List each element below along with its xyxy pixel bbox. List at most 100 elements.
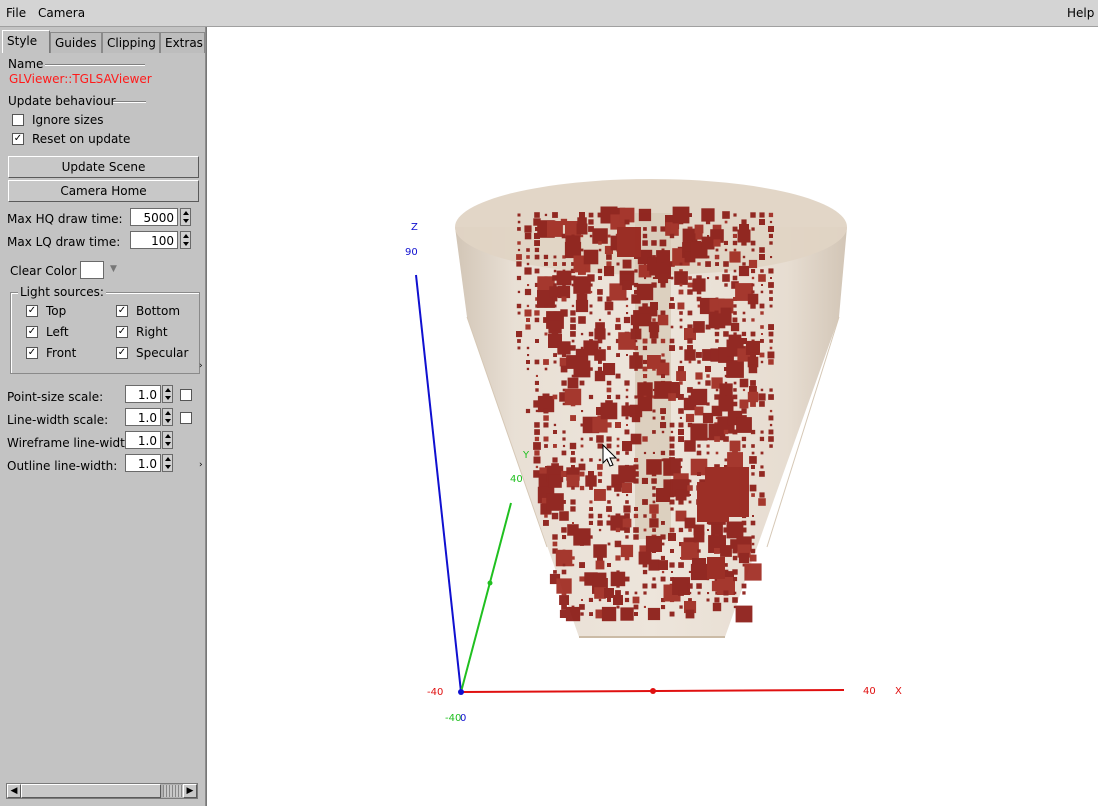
chevron-down-icon[interactable]: ▼	[110, 264, 117, 274]
tab-extras[interactable]: Extras	[160, 32, 205, 53]
scroll-left-icon[interactable]: ◀	[7, 784, 21, 798]
light-bottom-checkbox[interactable]: ✓	[116, 305, 128, 317]
max-hq-spinner[interactable]	[180, 208, 191, 226]
energy-block	[553, 430, 557, 434]
energy-block	[714, 548, 720, 554]
reset-on-update-checkbox[interactable]: ✓	[12, 133, 24, 145]
energy-block	[597, 471, 603, 477]
energy-block	[669, 597, 675, 603]
light-front-option[interactable]: ✓ Front	[26, 346, 76, 360]
energy-block	[588, 219, 594, 225]
energy-block	[614, 484, 622, 492]
outline-spinner[interactable]	[162, 454, 173, 472]
energy-block	[544, 332, 548, 336]
light-left-option[interactable]: ✓ Left	[26, 325, 69, 339]
line-width-spinner[interactable]	[162, 408, 173, 426]
max-lq-input[interactable]: 100	[130, 231, 178, 249]
energy-block	[525, 324, 531, 330]
energy-block	[534, 268, 540, 274]
wireframe-input[interactable]: 1.0	[125, 431, 161, 449]
energy-block	[678, 394, 684, 400]
horizontal-scrollbar[interactable]: ◀ ▶	[6, 783, 198, 799]
energy-block	[543, 254, 549, 260]
energy-block	[624, 597, 630, 603]
energy-block	[517, 290, 521, 294]
energy-block	[570, 324, 576, 330]
gl-viewport[interactable]: Z 90 Y 40 -40 -40 40 X 0	[206, 27, 1098, 806]
energy-block	[693, 321, 705, 333]
expand-arrow-icon[interactable]: ›	[199, 361, 203, 371]
energy-block	[561, 527, 567, 533]
energy-block	[598, 598, 602, 602]
menu-file[interactable]: File	[6, 6, 26, 20]
ignore-sizes-checkbox[interactable]	[12, 114, 24, 126]
energy-block	[571, 486, 575, 490]
expand-arrow-icon-2[interactable]: ›	[199, 460, 203, 470]
energy-block	[739, 399, 749, 409]
outline-input[interactable]: 1.0	[125, 454, 161, 472]
energy-block	[702, 412, 714, 424]
energy-block	[656, 250, 670, 264]
tab-clipping[interactable]: Clipping	[102, 32, 160, 53]
x-axis-max: 40	[863, 686, 876, 697]
point-size-spinner[interactable]	[162, 385, 173, 403]
light-top-option[interactable]: ✓ Top	[26, 304, 66, 318]
energy-block	[634, 458, 639, 463]
menu-bar: File Camera Help	[0, 0, 1098, 27]
energy-block	[687, 282, 693, 288]
clear-color-swatch[interactable]	[80, 261, 104, 279]
ignore-sizes-option[interactable]: Ignore sizes	[12, 113, 104, 127]
energy-block	[684, 440, 696, 452]
wireframe-spinner[interactable]	[162, 431, 173, 449]
scroll-right-icon[interactable]: ▶	[183, 784, 197, 798]
energy-block	[689, 494, 691, 496]
energy-block	[715, 339, 719, 343]
energy-block	[750, 380, 756, 386]
energy-block	[711, 524, 723, 536]
reset-on-update-option[interactable]: ✓ Reset on update	[12, 132, 130, 146]
light-top-checkbox[interactable]: ✓	[26, 305, 38, 317]
menu-camera[interactable]: Camera	[38, 6, 85, 20]
energy-block	[696, 583, 702, 589]
light-right-checkbox[interactable]: ✓	[116, 326, 128, 338]
light-specular-option[interactable]: ✓ Specular	[116, 346, 188, 360]
light-left-checkbox[interactable]: ✓	[26, 326, 38, 338]
energy-block	[760, 465, 764, 469]
light-front-checkbox[interactable]: ✓	[26, 347, 38, 359]
max-hq-input[interactable]: 5000	[130, 208, 178, 226]
energy-block	[732, 555, 738, 561]
energy-block	[660, 408, 666, 414]
energy-block	[567, 377, 579, 389]
light-bottom-option[interactable]: ✓ Bottom	[116, 304, 180, 318]
energy-block	[526, 262, 530, 266]
camera-home-button[interactable]: Camera Home	[8, 180, 199, 202]
tab-style[interactable]: Style	[2, 30, 50, 53]
point-size-checkbox[interactable]	[180, 389, 192, 401]
energy-block	[625, 500, 629, 504]
point-size-input[interactable]: 1.0	[125, 385, 161, 403]
menu-help[interactable]: Help	[1067, 6, 1094, 20]
energy-block	[625, 416, 629, 420]
energy-block	[517, 311, 521, 315]
max-lq-spinner[interactable]	[180, 231, 191, 249]
energy-block	[697, 360, 701, 364]
scrollbar-thumb[interactable]	[21, 784, 161, 798]
energy-block	[643, 227, 647, 231]
energy-block	[684, 349, 696, 361]
energy-block	[616, 584, 620, 588]
light-specular-checkbox[interactable]: ✓	[116, 347, 128, 359]
light-right-option[interactable]: ✓ Right	[116, 325, 168, 339]
line-width-input[interactable]: 1.0	[125, 408, 161, 426]
energy-block	[626, 424, 628, 426]
energy-block	[581, 599, 583, 601]
energy-block	[517, 346, 521, 350]
update-scene-button[interactable]: Update Scene	[8, 156, 199, 178]
energy-block	[597, 289, 603, 295]
energy-block	[751, 283, 755, 287]
energy-block	[671, 571, 673, 573]
tab-guides[interactable]: Guides	[50, 32, 102, 53]
scrollbar-grip[interactable]	[163, 785, 183, 797]
line-width-checkbox[interactable]	[180, 412, 192, 424]
energy-block	[598, 479, 602, 483]
energy-block	[738, 265, 750, 277]
